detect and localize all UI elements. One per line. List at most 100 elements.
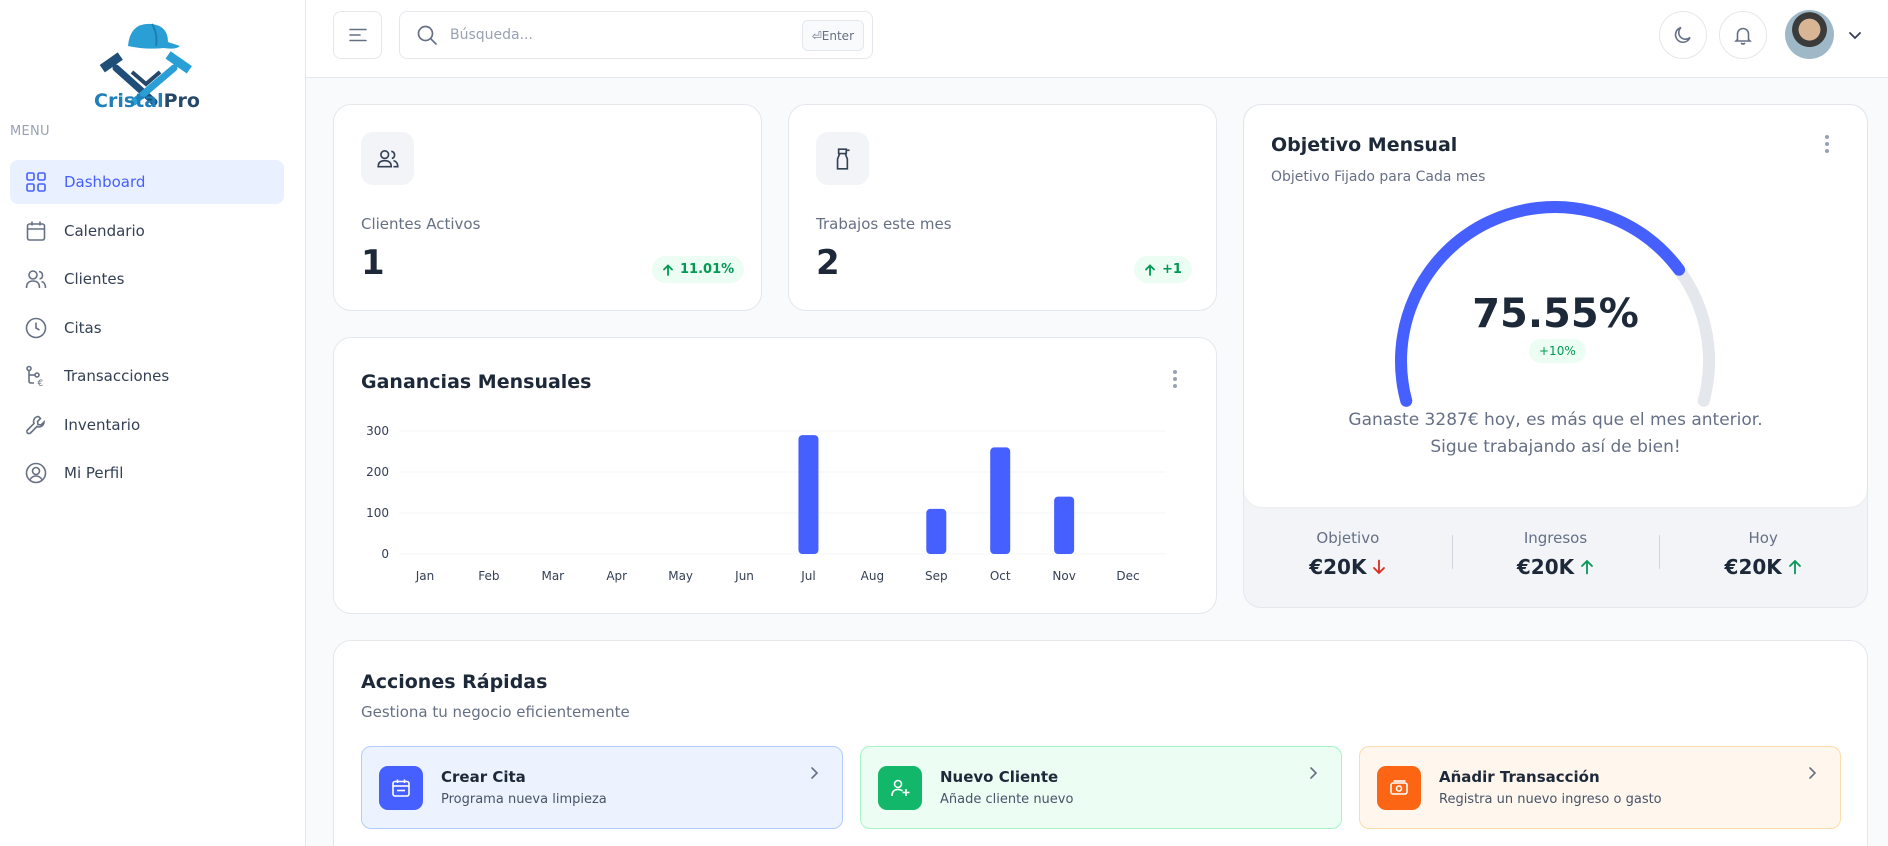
brand-name: CristalPro <box>0 90 294 112</box>
svg-text:€: € <box>38 379 44 387</box>
action-title: Añadir Transacción <box>1439 768 1600 786</box>
sidebar-item-citas[interactable]: Citas <box>10 306 284 350</box>
chevron-down-icon[interactable] <box>1846 26 1864 44</box>
stat-label: Objetivo <box>1316 529 1380 547</box>
sidebar-item-transacciones[interactable]: € Transacciones <box>10 354 284 398</box>
users-icon <box>24 267 48 291</box>
x-tick-label: May <box>668 569 693 583</box>
metric-value: 1 <box>361 243 385 283</box>
chevron-right-icon <box>1310 767 1318 779</box>
y-tick-label: 200 <box>366 465 389 479</box>
search-input[interactable] <box>450 27 790 43</box>
sidebar-item-label: Dashboard <box>64 173 146 191</box>
bar-jul[interactable] <box>798 435 819 554</box>
arrow-down-icon <box>1373 559 1386 575</box>
sidebar-item-label: Clientes <box>64 270 125 288</box>
stat-value: €20K <box>1309 555 1367 579</box>
metric-change-badge: 11.01% <box>652 256 745 283</box>
sidebar-item-mi-perfil[interactable]: Mi Perfil <box>10 451 284 495</box>
chevron-right-icon <box>811 767 819 779</box>
quick-actions-card: Acciones Rápidas Gestiona tu negocio efi… <box>333 640 1868 846</box>
action-subtitle: Añade cliente nuevo <box>940 792 1074 807</box>
spray-bottle-icon <box>816 132 869 185</box>
action-subtitle: Registra un nuevo ingreso o gasto <box>1439 792 1662 807</box>
x-tick-label: Apr <box>606 569 627 583</box>
metric-card-clientes-activos: Clientes Activos 1 11.01% <box>333 104 762 311</box>
sidebar: CristalPro MENU Dashboard Calendario Cli… <box>0 0 306 846</box>
sidebar-item-label: Transacciones <box>64 367 170 385</box>
users-icon <box>361 132 414 185</box>
sidebar-item-dashboard[interactable]: Dashboard <box>10 160 284 204</box>
y-tick-label: 300 <box>366 424 389 438</box>
menu-toggle-button[interactable] <box>333 11 382 59</box>
bar-sep[interactable] <box>926 508 947 554</box>
metric-value: 2 <box>816 243 840 283</box>
x-tick-label: Sep <box>925 569 948 583</box>
action-title: Crear Cita <box>441 768 526 786</box>
x-tick-label: Dec <box>1116 569 1139 583</box>
stat-ingresos: Ingresos €20K <box>1451 507 1660 607</box>
stat-value: €20K <box>1724 555 1782 579</box>
menu-section-label: MENU <box>10 124 50 139</box>
action-text: Añadir Transacción Registra un nuevo ing… <box>1439 768 1662 807</box>
metric-change-value: +1 <box>1162 262 1182 277</box>
sidebar-item-label: Mi Perfil <box>64 464 124 482</box>
objective-percent: 75.55% <box>1472 291 1639 337</box>
arrow-up-icon <box>1145 263 1155 276</box>
metric-label: Clientes Activos <box>361 215 481 233</box>
enter-shortcut-hint: ⏎Enter <box>801 20 864 51</box>
metric-change-value: 11.01% <box>680 262 735 277</box>
stat-label: Ingresos <box>1523 529 1588 547</box>
x-tick-label: Nov <box>1052 569 1075 583</box>
stat-value-row: €20K <box>1452 555 1660 579</box>
sidebar-item-calendario[interactable]: Calendario <box>10 209 284 253</box>
arrow-up-icon <box>1788 559 1801 575</box>
objective-change-badge: +10% <box>1529 339 1586 363</box>
objective-main-panel: Objetivo Mensual Objetivo Fijado para Ca… <box>1244 105 1867 507</box>
stat-value-row: €20K <box>1244 555 1452 579</box>
earnings-chart-card: Ganancias Mensuales 0 100 200 300 Jan Feb Mar A… <box>333 337 1217 614</box>
stat-hoy: Hoy €20K <box>1659 507 1867 607</box>
sidebar-item-inventario[interactable]: Inventario <box>10 403 284 447</box>
notifications-button[interactable] <box>1719 11 1767 59</box>
quick-actions-title: Acciones Rápidas <box>361 671 548 693</box>
money-icon <box>1377 765 1421 810</box>
stat-value-row: €20K <box>1659 555 1867 579</box>
dark-mode-toggle-button[interactable] <box>1659 11 1707 59</box>
chevron-right-icon <box>1809 767 1817 779</box>
stat-objetivo: Objetivo €20K <box>1244 507 1452 607</box>
moon-icon <box>1674 26 1691 44</box>
clock-icon <box>24 316 48 340</box>
top-header: ⏎Enter <box>306 0 1888 78</box>
wrench-icon <box>24 413 48 437</box>
action-title: Nuevo Cliente <box>940 768 1059 786</box>
action-subtitle: Programa nueva limpieza <box>441 792 607 807</box>
brand-name-part2: Pro <box>163 90 200 112</box>
brand-name-part1: Cristal <box>94 90 164 112</box>
crear-cita-button[interactable]: Crear Cita Programa nueva limpieza <box>361 746 843 829</box>
bar-nov[interactable] <box>1054 496 1075 554</box>
x-tick-label: Jul <box>800 569 815 583</box>
bar-oct[interactable] <box>990 447 1011 554</box>
objective-stats: Objetivo €20K Ingresos €20K Hoy €20K <box>1244 507 1867 607</box>
search-box: ⏎Enter <box>399 11 873 59</box>
nuevo-cliente-button[interactable]: Nuevo Cliente Añade cliente nuevo <box>860 746 1342 829</box>
arrow-up-icon <box>663 263 673 276</box>
stat-label: Hoy <box>1748 529 1778 547</box>
metric-card-trabajos-mes: Trabajos este mes 2 +1 <box>788 104 1217 311</box>
y-tick-label: 0 <box>381 547 389 561</box>
x-tick-label: Mar <box>541 569 564 583</box>
objective-card: Objetivo Mensual Objetivo Fijado para Ca… <box>1243 104 1868 608</box>
x-tick-label: Oct <box>990 569 1011 583</box>
anadir-transaccion-button[interactable]: Añadir Transacción Registra un nuevo ing… <box>1359 746 1841 829</box>
sidebar-item-clientes[interactable]: Clientes <box>10 257 284 301</box>
x-tick-label: Jun <box>734 569 754 583</box>
action-text: Nuevo Cliente Añade cliente nuevo <box>940 768 1073 807</box>
user-plus-icon <box>878 765 922 810</box>
arrow-up-icon <box>1581 559 1594 575</box>
y-tick-label: 100 <box>366 506 389 520</box>
user-avatar[interactable] <box>1785 10 1834 59</box>
x-tick-label: Jan <box>415 569 435 583</box>
earnings-bar-chart: 0 100 200 300 Jan Feb Mar Apr May Jun Jul Aug Sep Oct… <box>366 424 1166 583</box>
sidebar-item-label: Calendario <box>64 221 145 240</box>
